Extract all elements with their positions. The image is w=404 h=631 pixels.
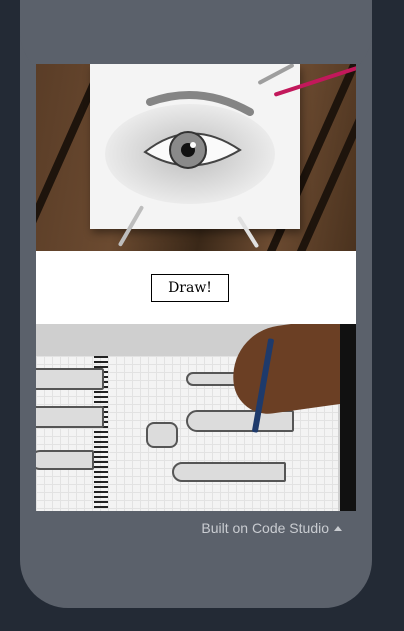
eye-drawing-image bbox=[36, 64, 356, 251]
code-studio-link[interactable]: Built on Code Studio bbox=[201, 520, 342, 536]
eye-sketch-icon bbox=[105, 90, 275, 204]
draw-button[interactable]: Draw! bbox=[151, 274, 229, 302]
sketchbook-image bbox=[36, 324, 356, 511]
app-screen: Draw! Built on Code Studio bbox=[36, 64, 356, 544]
drawing-paper bbox=[90, 64, 300, 229]
footer: Built on Code Studio bbox=[36, 511, 356, 544]
phone-frame: Draw! Built on Code Studio bbox=[20, 0, 372, 608]
footer-text: Built on Code Studio bbox=[201, 520, 329, 536]
caret-up-icon bbox=[334, 526, 342, 531]
hand bbox=[226, 324, 356, 419]
draw-controls: Draw! bbox=[36, 251, 356, 324]
